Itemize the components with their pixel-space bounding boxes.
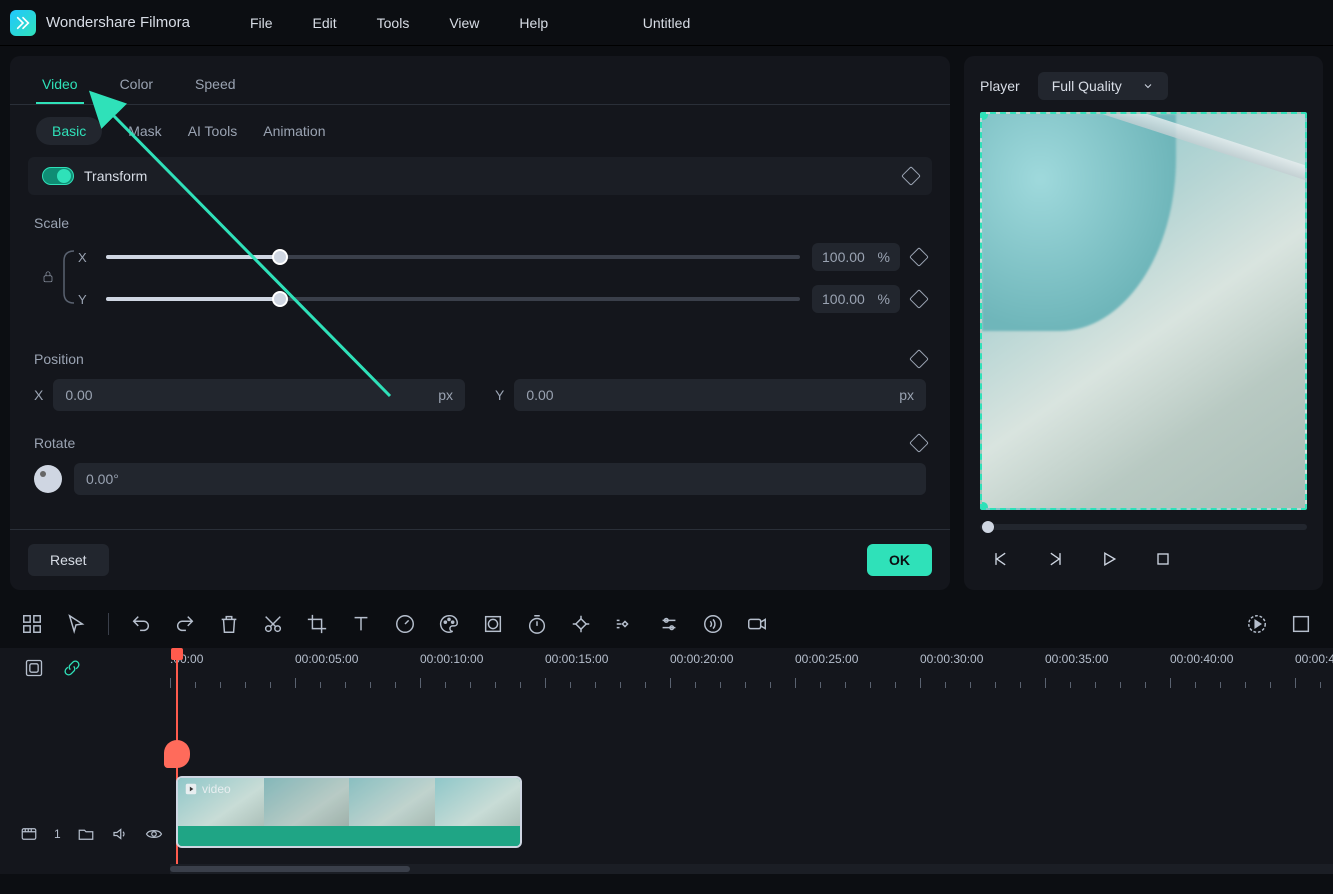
crop-icon[interactable] [305, 612, 329, 636]
player-label: Player [980, 78, 1020, 94]
tab-video[interactable]: Video [36, 66, 84, 104]
keyframe-tool-icon[interactable] [569, 612, 593, 636]
video-clip[interactable]: video [176, 776, 522, 848]
timeline: 1 :00:0000:00:05:0000:00:10:0000:00:15:0… [0, 648, 1333, 874]
ruler-label: 00:00:45:00 [1295, 652, 1333, 666]
tab-speed[interactable]: Speed [189, 66, 241, 104]
prev-frame-button[interactable] [990, 548, 1012, 570]
timer-icon[interactable] [525, 612, 549, 636]
color-icon[interactable] [437, 612, 461, 636]
track-index: 1 [54, 827, 61, 841]
position-x-input[interactable]: 0.00px [53, 379, 465, 411]
timeline-marker[interactable] [164, 740, 190, 768]
mute-icon[interactable] [111, 825, 129, 843]
chevron-down-icon [1142, 80, 1154, 92]
menu-edit[interactable]: Edit [293, 15, 357, 31]
subtab-basic[interactable]: Basic [36, 117, 102, 145]
menu-tools[interactable]: Tools [357, 15, 430, 31]
ruler-label: 00:00:30:00 [920, 652, 983, 666]
scale-label: Scale [34, 215, 926, 231]
menu-view[interactable]: View [429, 15, 499, 31]
properties-tabs: Video Color Speed [10, 56, 950, 105]
speed-icon[interactable] [393, 612, 417, 636]
position-label: Position [34, 351, 84, 367]
next-frame-button[interactable] [1044, 548, 1066, 570]
rotate-label: Rotate [34, 435, 75, 451]
scale-y-label: Y [78, 292, 94, 307]
app-logo [10, 10, 36, 36]
cut-icon[interactable] [261, 612, 285, 636]
link-icon[interactable] [62, 658, 82, 678]
subtab-ai-tools[interactable]: AI Tools [188, 123, 238, 139]
tab-color[interactable]: Color [114, 66, 159, 104]
position-y-input[interactable]: 0.00px [514, 379, 926, 411]
menu-help[interactable]: Help [499, 15, 568, 31]
ruler-label: 00:00:20:00 [670, 652, 733, 666]
timeline-toolbar [0, 600, 1333, 648]
scale-x-slider[interactable] [106, 245, 800, 269]
transform-label: Transform [84, 168, 147, 184]
eye-icon[interactable] [145, 825, 163, 843]
timeline-scrollbar[interactable] [170, 864, 1333, 874]
reset-button[interactable]: Reset [28, 544, 109, 576]
properties-subtabs: Basic Mask AI Tools Animation [10, 105, 950, 157]
record-icon[interactable] [745, 612, 769, 636]
apps-icon[interactable] [20, 612, 44, 636]
motion-icon[interactable] [613, 612, 637, 636]
transform-toggle[interactable] [42, 167, 74, 185]
adjust-icon[interactable] [657, 612, 681, 636]
mask-icon[interactable] [481, 612, 505, 636]
video-track-header[interactable]: 1 [0, 812, 163, 856]
delete-icon[interactable] [217, 612, 241, 636]
position-x-label: X [34, 387, 43, 403]
scale-y-slider[interactable] [106, 287, 800, 311]
scale-x-value[interactable]: 100.00% [812, 243, 900, 271]
stop-button[interactable] [1152, 548, 1174, 570]
scale-x-keyframe-icon[interactable] [909, 247, 929, 267]
subtab-mask[interactable]: Mask [128, 123, 161, 139]
expand-icon[interactable] [1289, 612, 1313, 636]
ruler-label: 00:00:15:00 [545, 652, 608, 666]
video-track-icon [20, 825, 38, 843]
ruler-label: 00:00:25:00 [795, 652, 858, 666]
document-title: Untitled [0, 15, 1333, 31]
properties-panel: Video Color Speed Basic Mask AI Tools An… [10, 56, 950, 590]
position-keyframe-icon[interactable] [909, 349, 929, 369]
subtab-animation[interactable]: Animation [263, 123, 325, 139]
time-ruler[interactable]: :00:0000:00:05:0000:00:10:0000:00:15:000… [170, 648, 1333, 688]
clip-name: video [202, 782, 231, 796]
audio-icon[interactable] [701, 612, 725, 636]
cursor-icon[interactable] [64, 612, 88, 636]
transform-section-header[interactable]: Transform [28, 157, 932, 195]
transform-keyframe-icon[interactable] [901, 166, 921, 186]
ok-button[interactable]: OK [867, 544, 932, 576]
rotate-knob[interactable] [34, 465, 62, 493]
folder-icon[interactable] [77, 825, 95, 843]
play-button[interactable] [1098, 548, 1120, 570]
app-title: Wondershare Filmora [46, 14, 190, 31]
ruler-label: 00:00:10:00 [420, 652, 483, 666]
playback-progress[interactable] [980, 524, 1307, 530]
player-panel: Player Full Quality [964, 56, 1323, 590]
scale-x-label: X [78, 250, 94, 265]
scale-y-keyframe-icon[interactable] [909, 289, 929, 309]
menubar: Wondershare Filmora File Edit Tools View… [0, 0, 1333, 46]
text-icon[interactable] [349, 612, 373, 636]
video-preview[interactable] [980, 112, 1307, 510]
scale-y-value[interactable]: 100.00% [812, 285, 900, 313]
undo-icon[interactable] [129, 612, 153, 636]
add-track-icon[interactable] [24, 658, 44, 678]
quality-dropdown[interactable]: Full Quality [1038, 72, 1168, 100]
ruler-label: 00:00:40:00 [1170, 652, 1233, 666]
play-icon [184, 782, 198, 796]
ruler-label: 00:00:05:00 [295, 652, 358, 666]
rotate-value[interactable]: 0.00° [74, 463, 926, 495]
render-icon[interactable] [1245, 612, 1269, 636]
position-y-label: Y [495, 387, 504, 403]
redo-icon[interactable] [173, 612, 197, 636]
ruler-label: 00:00:35:00 [1045, 652, 1108, 666]
rotate-keyframe-icon[interactable] [909, 433, 929, 453]
menu-file[interactable]: File [230, 15, 293, 31]
